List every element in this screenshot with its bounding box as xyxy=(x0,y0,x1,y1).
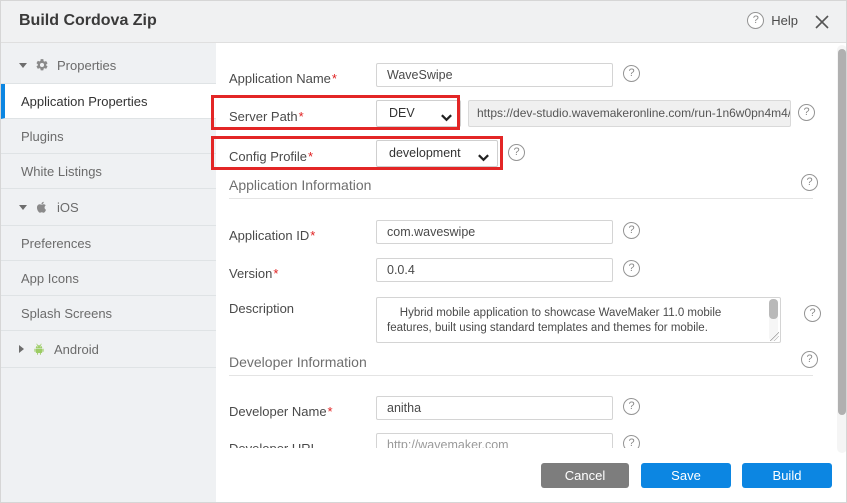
form-scroll-area: Application Name* WaveSwipe ? Server Pat… xyxy=(216,43,828,448)
sidebar-item-label: Properties xyxy=(57,58,116,73)
help-icon[interactable]: ? xyxy=(623,260,640,277)
description-textarea[interactable]: Hybrid mobile application to showcase Wa… xyxy=(376,297,781,343)
server-path-select[interactable]: DEV xyxy=(376,100,461,127)
chevron-down-icon xyxy=(440,108,453,121)
help-icon[interactable]: ? xyxy=(623,222,640,239)
sidebar-item-splash-screens[interactable]: Splash Screens xyxy=(1,296,216,331)
description-label: Description xyxy=(229,301,294,316)
save-button[interactable]: Save xyxy=(641,463,731,488)
server-path-url: https://dev-studio.wavemakeronline.com/r… xyxy=(468,100,791,127)
help-icon[interactable]: ? xyxy=(623,65,640,82)
help-icon[interactable]: ? xyxy=(508,144,525,161)
required-marker: * xyxy=(328,404,333,419)
server-path-label: Server Path* xyxy=(229,109,304,124)
resize-handle-icon[interactable] xyxy=(770,332,779,341)
config-profile-select[interactable]: development xyxy=(376,140,498,167)
dialog-title: Build Cordova Zip xyxy=(19,12,157,30)
dialog-header: Build Cordova Zip ? Help xyxy=(1,1,846,43)
help-icon[interactable]: ? xyxy=(804,305,821,322)
developer-name-label: Developer Name* xyxy=(229,404,333,419)
apple-icon xyxy=(35,200,49,214)
sidebar-item-label: Application Properties xyxy=(21,94,147,109)
help-icon[interactable]: ? xyxy=(798,104,815,121)
sidebar-group-properties[interactable]: Properties xyxy=(1,47,216,84)
config-profile-label: Config Profile* xyxy=(229,149,313,164)
sidebar-item-application-properties[interactable]: Application Properties xyxy=(1,84,216,119)
sidebar-item-label: Plugins xyxy=(21,129,64,144)
version-input[interactable]: 0.0.4 xyxy=(376,258,613,282)
build-button[interactable]: Build xyxy=(742,463,832,488)
expander-down-icon xyxy=(19,205,27,210)
chevron-down-icon xyxy=(477,148,490,161)
textarea-scroll-thumb[interactable] xyxy=(769,299,778,319)
application-name-input[interactable]: WaveSwipe xyxy=(376,63,613,87)
version-label: Version* xyxy=(229,266,278,281)
build-cordova-zip-dialog: Build Cordova Zip ? Help Properties Appl… xyxy=(0,0,847,503)
help-icon: ? xyxy=(747,12,764,29)
sidebar-item-label: App Icons xyxy=(21,271,79,286)
section-title-developer-information: Developer Information xyxy=(229,354,367,370)
help-icon[interactable]: ? xyxy=(623,398,640,415)
section-divider xyxy=(229,375,813,376)
help-label: Help xyxy=(771,13,798,28)
section-title-application-information: Application Information xyxy=(229,177,371,193)
sidebar: Properties Application Properties Plugin… xyxy=(1,43,216,503)
application-id-label: Application ID* xyxy=(229,228,315,243)
sidebar-item-label: Splash Screens xyxy=(21,306,112,321)
sidebar-group-ios[interactable]: iOS xyxy=(1,189,216,226)
application-name-label: Application Name* xyxy=(229,71,337,86)
scrollbar-thumb[interactable] xyxy=(838,49,846,415)
help-icon[interactable]: ? xyxy=(801,174,818,191)
sidebar-item-preferences[interactable]: Preferences xyxy=(1,226,216,261)
required-marker: * xyxy=(310,228,315,243)
form-panel: Application Name* WaveSwipe ? Server Pat… xyxy=(216,43,847,503)
sidebar-item-white-listings[interactable]: White Listings xyxy=(1,154,216,189)
sidebar-item-label: White Listings xyxy=(21,164,102,179)
sidebar-item-app-icons[interactable]: App Icons xyxy=(1,261,216,296)
gear-icon xyxy=(35,58,49,72)
sidebar-item-label: iOS xyxy=(57,200,79,215)
expander-right-icon xyxy=(19,345,24,353)
required-marker: * xyxy=(332,71,337,86)
sidebar-item-label: Android xyxy=(54,342,99,357)
cancel-button[interactable]: Cancel xyxy=(541,463,629,488)
developer-url-input[interactable]: http://wavemaker.com xyxy=(376,433,613,448)
developer-name-input[interactable]: anitha xyxy=(376,396,613,420)
help-button[interactable]: ? Help xyxy=(747,12,798,29)
android-icon xyxy=(32,342,46,356)
sidebar-item-label: Preferences xyxy=(21,236,91,251)
close-icon[interactable] xyxy=(813,13,831,31)
developer-url-label: Developer URL xyxy=(229,441,318,448)
help-icon[interactable]: ? xyxy=(801,351,818,368)
scrollbar-track[interactable] xyxy=(837,45,847,453)
sidebar-group-android[interactable]: Android xyxy=(1,331,216,368)
required-marker: * xyxy=(299,109,304,124)
required-marker: * xyxy=(273,266,278,281)
sidebar-item-plugins[interactable]: Plugins xyxy=(1,119,216,154)
section-divider xyxy=(229,198,813,199)
expander-down-icon xyxy=(19,63,27,68)
required-marker: * xyxy=(308,149,313,164)
help-icon[interactable]: ? xyxy=(623,435,640,448)
application-id-input[interactable]: com.waveswipe xyxy=(376,220,613,244)
